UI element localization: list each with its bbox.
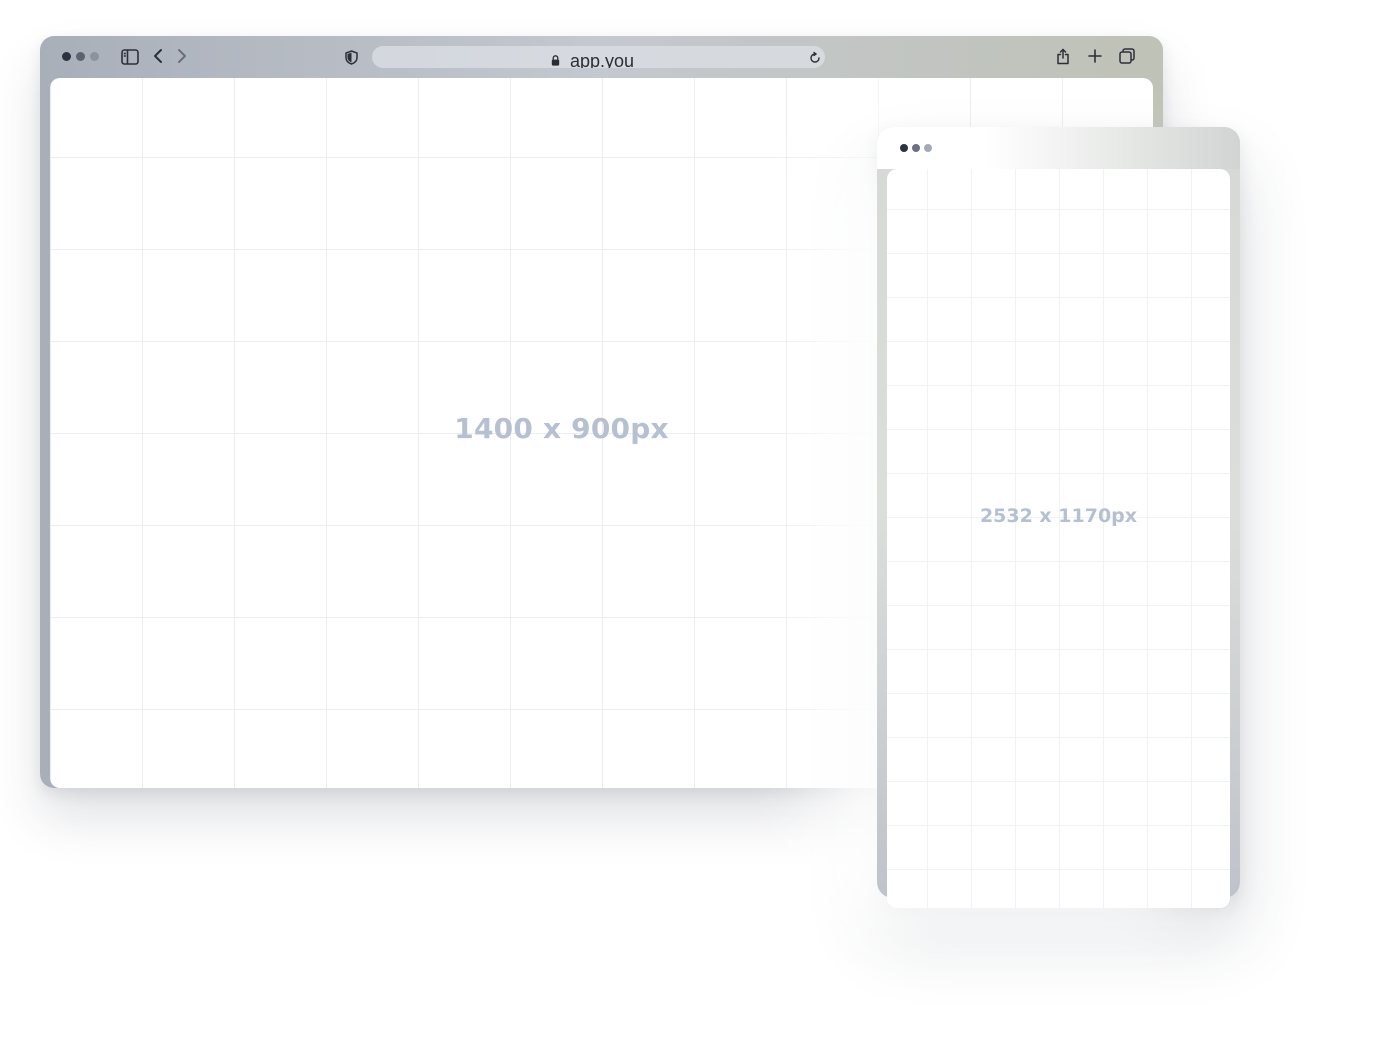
mobile-close-dot[interactable] (900, 144, 908, 152)
tabs-overview-icon[interactable] (1118, 46, 1136, 66)
mockup-stage: app.your... (0, 0, 1376, 1044)
chevron-left-icon[interactable] (150, 47, 166, 65)
mobile-device-frame: 2532 x 1170px (877, 127, 1240, 908)
viewport-size-text: 1400 x 900px (454, 412, 669, 445)
mobile-window-controls (900, 144, 932, 152)
mobile-maximize-dot[interactable] (924, 144, 932, 152)
maximize-window-dot[interactable] (90, 52, 99, 61)
share-icon[interactable] (1054, 46, 1072, 66)
reload-icon[interactable] (808, 50, 822, 68)
shield-icon[interactable] (343, 48, 359, 66)
mobile-titlebar (877, 127, 1240, 169)
lock-icon (551, 51, 560, 68)
sidebar-icon[interactable] (120, 48, 140, 66)
mobile-size-label: 2532 x 1170px (979, 505, 1138, 527)
plus-icon[interactable] (1086, 46, 1104, 66)
address-bar[interactable]: app.your... (372, 46, 825, 68)
browser-titlebar: app.your... (40, 36, 1163, 78)
minimize-window-dot[interactable] (76, 52, 85, 61)
chevron-right-icon[interactable] (174, 47, 190, 65)
address-url-text: app.your... (570, 51, 635, 68)
close-window-dot[interactable] (62, 52, 71, 61)
mobile-minimize-dot[interactable] (912, 144, 920, 152)
window-controls (62, 52, 99, 61)
mobile-screen: 2532 x 1170px (887, 169, 1230, 908)
